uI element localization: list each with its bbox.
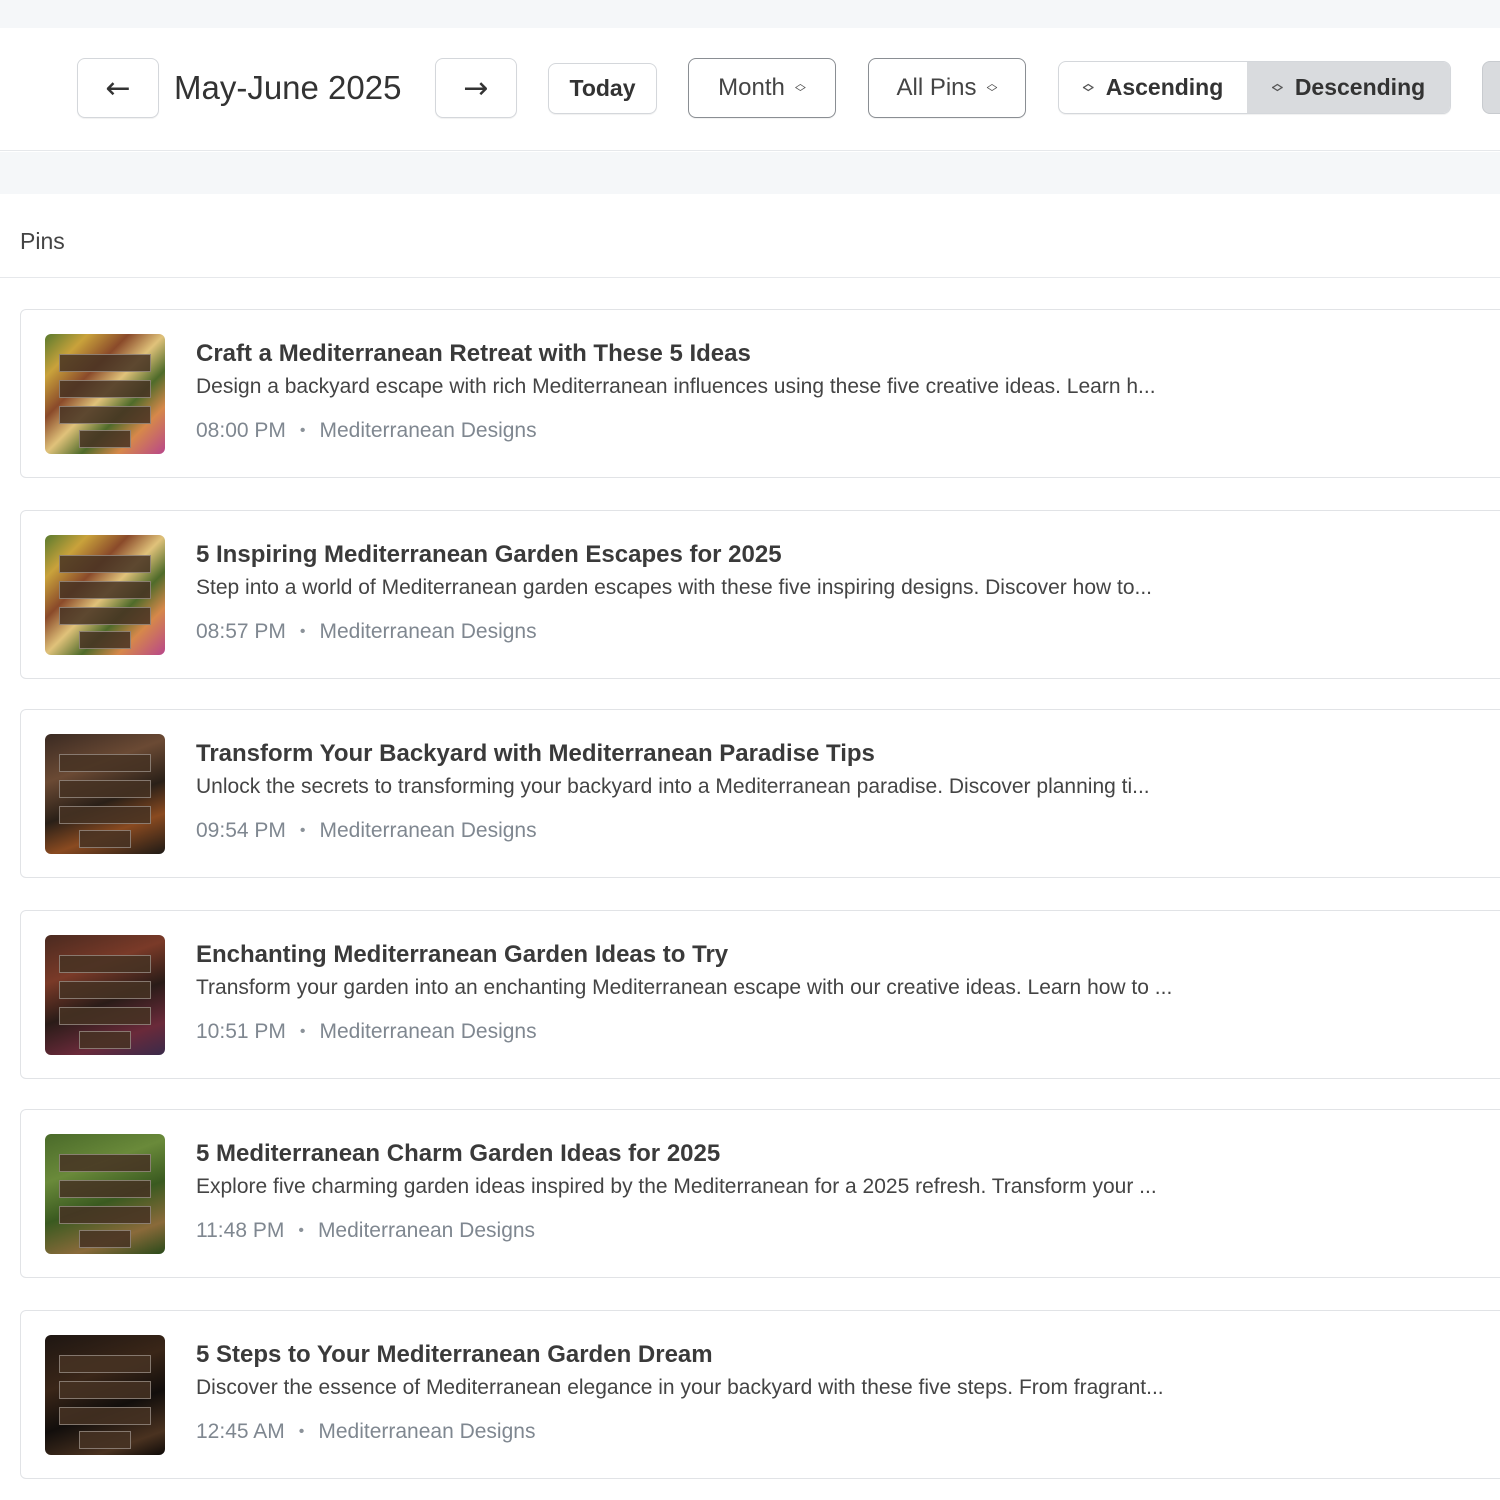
separator-dot: • xyxy=(299,822,306,839)
pin-card[interactable]: 5 Inspiring Mediterranean Garden Escapes… xyxy=(20,510,1500,679)
pin-description: Design a backyard escape with rich Medit… xyxy=(196,375,1156,398)
view-mode-select[interactable]: Month ︿ ﹀ xyxy=(688,58,836,118)
separator-dot: • xyxy=(298,1423,305,1440)
pin-title[interactable]: Enchanting Mediterranean Garden Ideas to… xyxy=(196,941,728,969)
pin-meta: 10:51 PM • Mediterranean Designs xyxy=(196,1020,537,1044)
pin-description: Explore five charming garden ideas inspi… xyxy=(196,1175,1157,1198)
pin-thumbnail[interactable] xyxy=(45,1335,165,1455)
up-down-chevron-icon: ︿ ﹀ xyxy=(794,77,806,99)
pin-description: Step into a world of Mediterranean garde… xyxy=(196,576,1153,599)
pin-description: Discover the essence of Mediterranean el… xyxy=(196,1376,1164,1399)
pin-thumbnail[interactable] xyxy=(45,334,165,454)
period-label: May-June 2025 xyxy=(174,69,402,106)
pin-time: 08:57 PM xyxy=(196,620,286,643)
separator-dot: • xyxy=(298,1222,304,1239)
pin-title[interactable]: Transform Your Backyard with Mediterrane… xyxy=(196,740,875,768)
pin-title[interactable]: 5 Inspiring Mediterranean Garden Escapes… xyxy=(196,541,782,569)
pin-description: Unlock the secrets to transforming your … xyxy=(196,775,1150,798)
pin-card[interactable]: 5 Mediterranean Charm Garden Ideas for 2… xyxy=(20,1109,1500,1278)
pins-section-header: Pins xyxy=(0,194,1500,278)
previous-period-button[interactable]: ← xyxy=(77,58,159,118)
sort-ascending-label: Ascending xyxy=(1105,74,1224,100)
arrow-right-icon: → xyxy=(463,70,489,106)
pin-board: Mediterranean Designs xyxy=(319,819,537,842)
pin-description: Transform your garden into an enchanting… xyxy=(196,976,1173,999)
view-mode-value: Month xyxy=(718,74,785,101)
pin-thumbnail[interactable] xyxy=(45,734,165,854)
pin-time: 08:00 PM xyxy=(196,419,286,442)
top-strip xyxy=(0,0,1500,28)
arrow-left-icon: ← xyxy=(105,70,131,106)
pin-time: 11:48 PM xyxy=(196,1219,285,1242)
pin-thumbnail[interactable] xyxy=(45,935,165,1055)
pin-meta: 11:48 PM • Mediterranean Designs xyxy=(196,1219,535,1243)
pin-card[interactable]: 5 Steps to Your Mediterranean Garden Dre… xyxy=(20,1310,1500,1479)
sort-descending-label: Descending xyxy=(1294,74,1426,100)
pin-meta: 08:57 PM • Mediterranean Designs xyxy=(196,620,537,644)
separator-dot: • xyxy=(299,422,306,439)
separator-dot: • xyxy=(299,1023,306,1040)
pin-thumbnail[interactable] xyxy=(45,535,165,655)
pin-card[interactable]: Craft a Mediterranean Retreat with These… xyxy=(20,309,1500,478)
pin-title[interactable]: 5 Steps to Your Mediterranean Garden Dre… xyxy=(196,1341,713,1369)
pin-card[interactable]: Enchanting Mediterranean Garden Ideas to… xyxy=(20,910,1500,1079)
pin-meta: 09:54 PM • Mediterranean Designs xyxy=(196,819,537,843)
up-down-chevron-icon: ︿ ﹀ xyxy=(1082,76,1094,99)
sort-descending-button[interactable]: ︿ ﹀ Descending xyxy=(1247,62,1450,113)
more-menu-button[interactable]: ⋮ xyxy=(1482,61,1500,114)
next-period-button[interactable]: → xyxy=(435,58,517,118)
pin-card[interactable]: Transform Your Backyard with Mediterrane… xyxy=(20,709,1500,878)
pin-board: Mediterranean Designs xyxy=(319,419,537,442)
more-icon: ⋮ xyxy=(1491,75,1500,100)
pin-board: Mediterranean Designs xyxy=(317,1219,536,1242)
pin-board: Mediterranean Designs xyxy=(318,1420,536,1443)
pin-thumbnail[interactable] xyxy=(45,1134,165,1254)
sort-order-toggle: ︿ ﹀ Ascending ︿ ﹀ Descending xyxy=(1058,61,1451,114)
up-down-chevron-icon: ︿ ﹀ xyxy=(986,77,998,99)
today-button[interactable]: Today xyxy=(548,63,657,114)
pin-filter-value: All Pins xyxy=(896,74,977,101)
calendar-toolbar: ← May-June 2025 → Today Month ︿ ﹀ All Pin… xyxy=(0,28,1500,151)
separator-band xyxy=(0,152,1500,194)
pin-board: Mediterranean Designs xyxy=(319,1020,537,1043)
section-title: Pins xyxy=(20,228,65,254)
pin-time: 10:51 PM xyxy=(196,1020,286,1043)
up-down-chevron-icon: ︿ ﹀ xyxy=(1271,76,1283,99)
sort-ascending-button[interactable]: ︿ ﹀ Ascending xyxy=(1059,62,1247,113)
pin-filter-select[interactable]: All Pins ︿ ﹀ xyxy=(868,58,1026,118)
pin-meta: 12:45 AM • Mediterranean Designs xyxy=(196,1420,535,1444)
pin-time: 09:54 PM xyxy=(196,819,286,842)
pin-board: Mediterranean Designs xyxy=(319,620,537,643)
pin-title[interactable]: 5 Mediterranean Charm Garden Ideas for 2… xyxy=(196,1140,720,1168)
pin-time: 12:45 AM xyxy=(196,1420,285,1443)
separator-dot: • xyxy=(299,623,306,640)
pin-meta: 08:00 PM • Mediterranean Designs xyxy=(196,419,537,443)
pin-title[interactable]: Craft a Mediterranean Retreat with These… xyxy=(196,340,751,368)
